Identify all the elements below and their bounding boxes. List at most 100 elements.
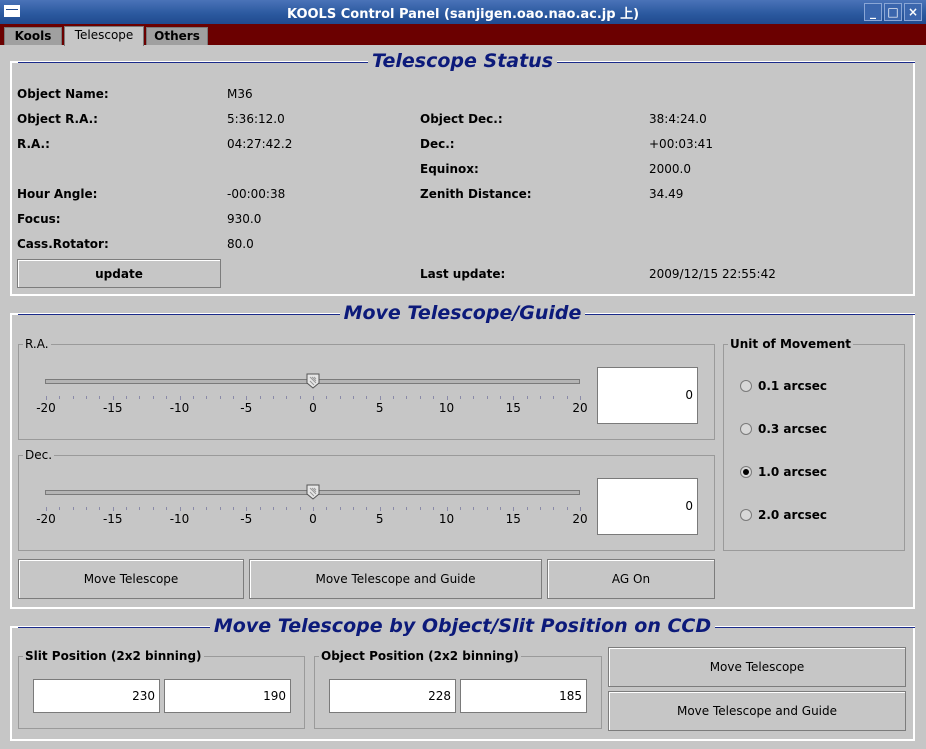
dec-tick-label: -5 xyxy=(240,512,253,526)
dec-tick-label: -10 xyxy=(169,512,190,526)
hour-angle-value: -00:00:38 xyxy=(227,187,286,201)
ra-tick xyxy=(379,396,381,400)
tab-others[interactable]: Others xyxy=(146,27,208,45)
slit-y-input[interactable]: 190 xyxy=(164,679,291,713)
dec-tick xyxy=(126,507,128,510)
ccd-move-telescope-button[interactable]: Move Telescope xyxy=(608,647,906,687)
object-ra-value: 5:36:12.0 xyxy=(227,112,285,126)
dec-tick-label: 5 xyxy=(375,512,384,526)
ra-tick-label: 20 xyxy=(572,401,588,415)
dec-tick xyxy=(86,507,88,510)
unit-radio-1-0[interactable] xyxy=(740,466,752,478)
object-position-title: Object Position (2x2 binning) xyxy=(319,649,521,663)
unit-radio-0-3[interactable] xyxy=(740,423,752,435)
ra-tick xyxy=(499,396,501,399)
ra-tick xyxy=(406,396,408,399)
slit-x-input[interactable]: 230 xyxy=(33,679,160,713)
dec-tick xyxy=(219,507,221,510)
dec-tick xyxy=(459,507,461,510)
unit-label-0-1[interactable]: 0.1 arcsec xyxy=(758,379,827,393)
ra-group-title: R.A. xyxy=(23,337,51,351)
tab-telescope[interactable]: Telescope xyxy=(64,26,144,46)
dec-value: +00:03:41 xyxy=(649,137,713,151)
object-y-input[interactable]: 185 xyxy=(460,679,587,713)
object-x-input[interactable]: 228 xyxy=(329,679,456,713)
dec-tick xyxy=(313,507,314,511)
ra-slider-thumb[interactable] xyxy=(306,373,320,389)
ra-tick-label: 15 xyxy=(505,401,521,415)
telescope-status-title: Telescope Status xyxy=(367,50,558,72)
ra-tick xyxy=(179,396,181,400)
dec-tick-label: -20 xyxy=(36,512,56,526)
dec-slider-thumb[interactable] xyxy=(306,484,320,500)
ccd-move-telescope-and-guide-button[interactable]: Move Telescope and Guide xyxy=(608,691,906,731)
window-title: KOOLS Control Panel (sanjigen.oao.nao.ac… xyxy=(286,7,640,22)
unit-of-movement-title: Unit of Movement xyxy=(728,337,854,351)
dec-tick xyxy=(553,507,555,510)
dec-tick xyxy=(433,507,435,510)
focus-label: Focus: xyxy=(17,212,61,226)
dec-tick xyxy=(539,507,541,510)
ra-tick xyxy=(459,396,461,399)
ra-tick xyxy=(232,396,234,399)
dec-offset-input[interactable]: 0 xyxy=(597,478,698,535)
unit-label-0-3[interactable]: 0.3 arcsec xyxy=(758,422,827,436)
ra-tick xyxy=(419,396,421,399)
ccd-position-title: Move Telescope by Object/Slit Position o… xyxy=(209,615,716,637)
maximize-icon[interactable]: □ xyxy=(884,3,902,21)
cass-rotator-value: 80.0 xyxy=(227,237,254,251)
dec-tick xyxy=(580,507,581,511)
dec-tick xyxy=(393,507,395,510)
ra-tick xyxy=(486,396,488,399)
unit-radio-2-0[interactable] xyxy=(740,509,752,521)
unit-label-1-0[interactable]: 1.0 arcsec xyxy=(758,465,827,479)
object-name-label: Object Name: xyxy=(17,87,109,101)
ra-tick xyxy=(46,396,47,400)
ra-tick xyxy=(219,396,221,399)
dec-tick xyxy=(486,507,488,510)
dec-tick xyxy=(179,507,181,511)
update-button[interactable]: update xyxy=(17,259,221,288)
ra-tick xyxy=(192,396,194,399)
close-icon[interactable]: × xyxy=(904,3,922,21)
ra-tick xyxy=(86,396,88,399)
dec-tick xyxy=(366,507,368,510)
dec-label: Dec.: xyxy=(420,137,455,151)
dec-tick xyxy=(72,507,74,510)
last-update-value: 2009/12/15 22:55:42 xyxy=(649,267,776,281)
move-telescope-and-guide-button[interactable]: Move Telescope and Guide xyxy=(249,559,542,599)
dec-tick xyxy=(272,507,274,510)
dec-tick xyxy=(526,507,528,510)
ra-tick xyxy=(473,396,475,399)
ra-tick xyxy=(299,396,301,399)
move-telescope-button[interactable]: Move Telescope xyxy=(18,559,244,599)
equinox-value: 2000.0 xyxy=(649,162,691,176)
ra-tick xyxy=(580,396,581,400)
unit-label-2-0[interactable]: 2.0 arcsec xyxy=(758,508,827,522)
ra-tick xyxy=(353,396,355,399)
dec-tick-label: 15 xyxy=(505,512,521,526)
ra-value: 04:27:42.2 xyxy=(227,137,293,151)
dec-tick xyxy=(339,507,341,510)
ra-tick xyxy=(366,396,368,399)
dec-tick xyxy=(112,507,114,511)
ra-tick xyxy=(166,396,168,399)
ra-tick-label: -20 xyxy=(36,401,56,415)
zenith-distance-label: Zenith Distance: xyxy=(420,187,532,201)
object-ra-label: Object R.A.: xyxy=(17,112,98,126)
ra-tick xyxy=(539,396,541,399)
dec-tick xyxy=(513,507,515,511)
move-telescope-guide-title: Move Telescope/Guide xyxy=(339,302,586,324)
unit-radio-0-1[interactable] xyxy=(740,380,752,392)
title-bar[interactable]: KOOLS Control Panel (sanjigen.oao.nao.ac… xyxy=(0,0,926,24)
dec-tick-label: 20 xyxy=(572,512,588,526)
tab-strip: Kools Telescope Others xyxy=(0,24,926,46)
ra-tick xyxy=(446,396,448,400)
minimize-icon[interactable]: _ xyxy=(864,3,882,21)
dec-tick xyxy=(259,507,261,510)
tab-kools[interactable]: Kools xyxy=(4,27,62,45)
dec-tick-label: 10 xyxy=(438,512,455,526)
dec-tick xyxy=(419,507,421,510)
ra-offset-input[interactable]: 0 xyxy=(597,367,698,424)
ag-on-button[interactable]: AG On xyxy=(547,559,715,599)
